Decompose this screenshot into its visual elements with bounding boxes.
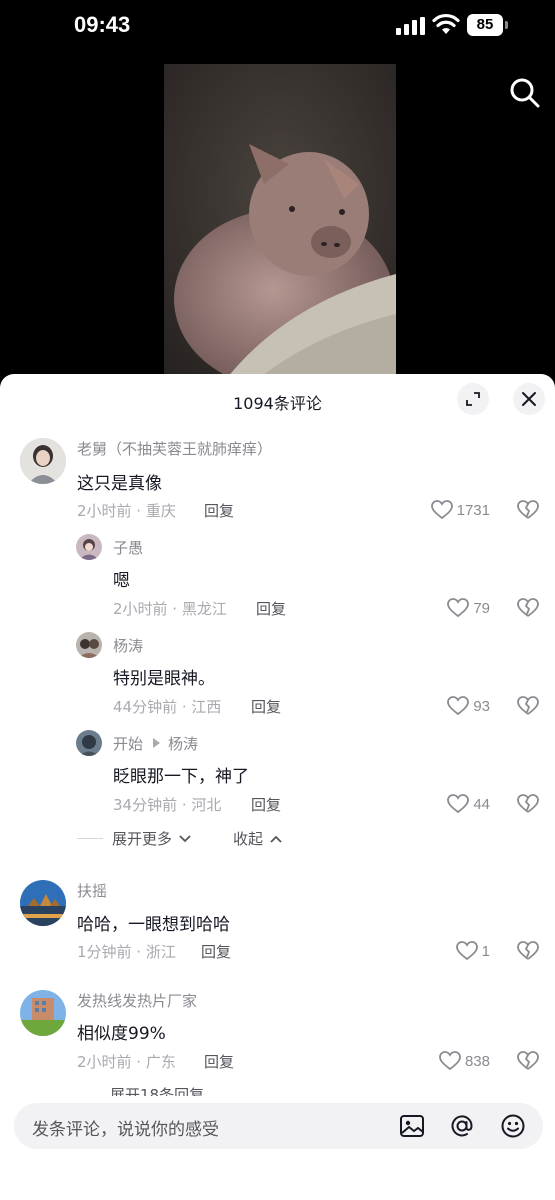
like-button[interactable]: 79 — [420, 597, 490, 619]
emoji-icon[interactable] — [500, 1113, 526, 1139]
chevron-up-icon — [270, 835, 282, 843]
expand-sheet-button[interactable] — [457, 383, 489, 415]
comment-username[interactable]: 扶摇 — [77, 880, 107, 901]
image-icon[interactable] — [399, 1113, 425, 1139]
comment-meta: 2小时前 · 广东 — [77, 1053, 176, 1071]
dislike-icon[interactable] — [517, 695, 539, 717]
battery-level: 85 — [476, 16, 494, 33]
expand-icon — [466, 392, 480, 406]
comment-input-placeholder: 发条评论，说说你的感受 — [32, 1120, 219, 1140]
avatar-image — [20, 880, 66, 926]
comment-text: 眨眼那一下，神了 — [113, 767, 249, 787]
dislike-icon[interactable] — [517, 940, 539, 962]
comment-text: 哈哈，一眼想到哈哈 — [77, 915, 230, 935]
like-count: 93 — [473, 697, 490, 715]
comment-text: 特别是眼神。 — [113, 669, 215, 689]
dislike-icon[interactable] — [517, 1050, 539, 1072]
avatar-image — [20, 438, 66, 484]
wifi-icon — [432, 13, 460, 34]
avatar[interactable] — [20, 990, 66, 1036]
heart-icon — [447, 598, 470, 618]
video-player[interactable] — [0, 52, 555, 382]
expand-replies-peek[interactable]: 展开18条回复 — [80, 1084, 280, 1096]
heart-icon — [447, 794, 470, 814]
search-icon[interactable] — [508, 76, 542, 110]
thread-divider — [77, 838, 103, 839]
reply-button[interactable]: 回复 — [201, 941, 231, 962]
like-button[interactable]: 838 — [420, 1050, 490, 1072]
reply-to-arrow-icon — [153, 738, 160, 748]
avatar[interactable] — [76, 632, 102, 658]
like-count: 838 — [464, 1052, 490, 1070]
like-button[interactable]: 1731 — [420, 499, 490, 521]
battery-indicator: 85 — [467, 14, 503, 36]
comment-username[interactable]: 杨涛 — [113, 635, 143, 656]
reply-to-username[interactable]: 杨涛 — [168, 733, 198, 754]
dislike-icon[interactable] — [517, 793, 539, 815]
avatar[interactable] — [20, 438, 66, 484]
close-icon — [522, 392, 536, 406]
mention-icon[interactable] — [449, 1113, 475, 1139]
chevron-down-icon — [179, 835, 191, 843]
comment-text: 嗯 — [113, 571, 130, 591]
comment-text: 这只是真像 — [77, 474, 162, 494]
close-sheet-button[interactable] — [513, 383, 545, 415]
dislike-icon[interactable] — [517, 597, 539, 619]
comment-meta: 2小时前 · 黑龙江 — [113, 600, 227, 618]
like-count: 1731 — [456, 501, 490, 519]
heart-icon — [447, 696, 470, 716]
comment-meta: 2小时前 · 重庆 — [77, 502, 176, 520]
dislike-icon[interactable] — [517, 499, 539, 521]
comment-sheet: 1094条评论 — [0, 374, 555, 1200]
like-button[interactable]: 44 — [420, 793, 490, 815]
like-count: 44 — [473, 795, 490, 813]
avatar-image — [76, 730, 102, 756]
reply-button[interactable]: 回复 — [204, 1051, 234, 1072]
avatar[interactable] — [20, 880, 66, 926]
comment-username[interactable]: 子愚 — [113, 537, 143, 558]
comment-meta: 44分钟前 · 江西 — [113, 698, 222, 716]
comment-text: 相似度99% — [77, 1024, 166, 1044]
status-time: 09:43 — [74, 12, 131, 37]
pig-photo — [164, 64, 396, 382]
like-button[interactable]: 1 — [420, 940, 490, 962]
reply-button[interactable]: 回复 — [256, 598, 286, 619]
comment-input[interactable]: 发条评论，说说你的感受 — [14, 1103, 543, 1149]
comment-username[interactable]: 开始 — [113, 733, 143, 754]
avatar-image — [76, 632, 102, 658]
heart-icon — [430, 500, 453, 520]
expand-more-label: 展开更多 — [112, 830, 173, 848]
expand-more-button[interactable]: 展开更多 — [112, 828, 191, 849]
comment-username[interactable]: 老舅（不抽芙蓉王就肺痒痒） — [77, 438, 272, 459]
bottom-safe-area — [0, 1156, 555, 1200]
reply-button[interactable]: 回复 — [204, 500, 234, 521]
collapse-label: 收起 — [233, 830, 264, 848]
comment-meta: 1分钟前 · 浙江 — [77, 943, 176, 961]
video-frame-pig[interactable] — [164, 64, 396, 382]
comment-username[interactable]: 发热线发热片厂家 — [77, 990, 197, 1011]
like-count: 79 — [473, 599, 490, 617]
reply-button[interactable]: 回复 — [251, 794, 281, 815]
comment-meta: 34分钟前 · 河北 — [113, 796, 222, 814]
status-bar: 09:43 85 — [0, 0, 555, 52]
avatar[interactable] — [76, 534, 102, 560]
expand-replies-label: 展开18条回复 — [110, 1086, 205, 1096]
avatar-image — [20, 990, 66, 1036]
like-button[interactable]: 93 — [420, 695, 490, 717]
collapse-button[interactable]: 收起 — [233, 828, 282, 849]
avatar-image — [76, 534, 102, 560]
avatar[interactable] — [76, 730, 102, 756]
reply-button[interactable]: 回复 — [251, 696, 281, 717]
heart-icon — [439, 1051, 461, 1071]
like-count: 1 — [481, 942, 490, 960]
battery-tip — [505, 21, 508, 29]
heart-icon — [455, 941, 478, 961]
cellular-signal-icon — [396, 17, 425, 35]
